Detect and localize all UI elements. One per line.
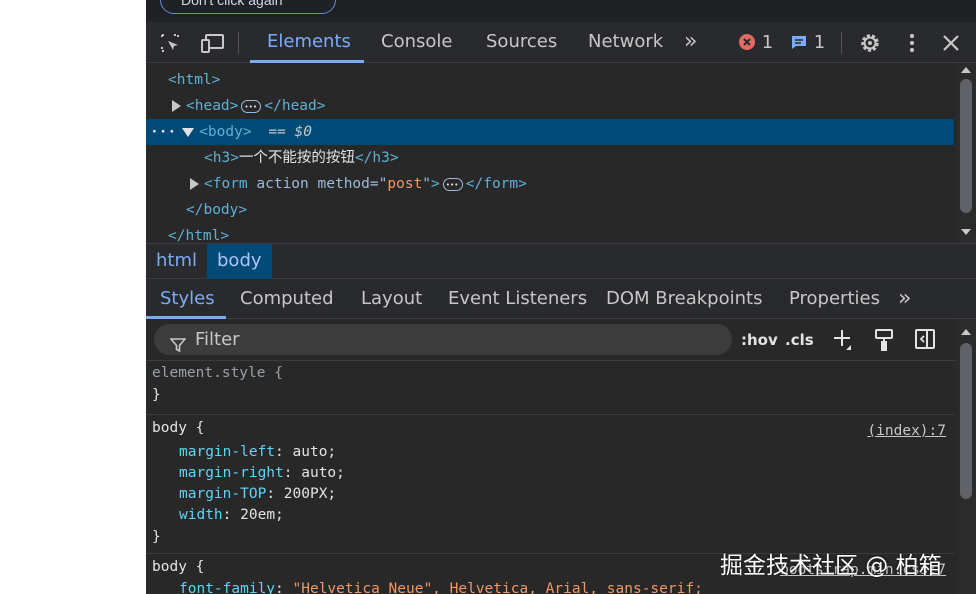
toolbar-separator	[238, 32, 239, 54]
dom-tree-scrollbar[interactable]	[956, 63, 976, 243]
rule-source-link[interactable]: (index):7	[867, 421, 946, 442]
breadcrumb: html body	[146, 243, 976, 279]
dom-node-html[interactable]: <html>	[146, 67, 954, 93]
settings-gear-icon[interactable]	[859, 32, 881, 54]
message-badge[interactable]: 1	[790, 31, 825, 55]
subtab-properties[interactable]: Properties	[789, 279, 880, 319]
subtab-computed[interactable]: Computed	[240, 279, 334, 319]
more-options-icon[interactable]	[901, 32, 923, 54]
more-tabs-button[interactable]: »	[684, 22, 697, 63]
more-subtabs-button[interactable]: »	[898, 279, 911, 319]
new-style-rule-icon[interactable]	[832, 328, 854, 350]
devtools-toolbar: Elements Console Sources Network » 1 1	[146, 22, 976, 63]
node-actions-icon[interactable]: ···	[150, 124, 176, 140]
form-attr-method-value: post	[387, 176, 423, 192]
closing-brace: }	[152, 529, 161, 545]
error-count: 1	[761, 32, 774, 53]
dom-node-h3[interactable]: <h3>一个不能按的按钮</h3>	[146, 145, 954, 171]
style-rule-body-index[interactable]: body { (index):7 margin-left: auto; marg…	[146, 415, 954, 554]
head-close-tag: </head>	[264, 98, 326, 114]
declaration[interactable]: width: 20em;	[179, 505, 284, 526]
head-open-tag: <head>	[186, 98, 239, 114]
filter-input[interactable]: Filter	[154, 324, 732, 355]
collapsed-ellipsis-icon[interactable]	[241, 94, 262, 120]
scroll-thumb[interactable]	[960, 79, 972, 213]
element-style-rule[interactable]: element.style { }	[146, 361, 954, 415]
form-open-tag: <form	[204, 176, 248, 192]
filter-placeholder: Filter	[195, 329, 240, 350]
hover-state-toggle[interactable]: :hov	[741, 329, 778, 351]
inspect-element-icon[interactable]	[159, 32, 181, 54]
form-close-tag: </form>	[465, 176, 527, 192]
subtab-styles[interactable]: Styles	[160, 279, 215, 319]
declaration[interactable]: margin-TOP: 200PX;	[179, 484, 336, 505]
rule-selector: body {	[152, 559, 205, 575]
body-open-tag: <body>	[199, 124, 252, 140]
error-badge[interactable]: 1	[738, 31, 773, 55]
page-content-strip: Don't click again	[146, 0, 976, 22]
close-icon[interactable]	[940, 32, 962, 54]
closing-brace: }	[152, 387, 161, 403]
h3-text: 一个不能按的按钮	[238, 150, 355, 166]
selected-node-marker: == $0	[268, 124, 312, 140]
styles-filter-bar: Filter :hov .cls	[146, 319, 956, 361]
dom-node-form[interactable]: <form action method="post"></form>	[146, 171, 954, 198]
styles-scrollbar[interactable]	[956, 319, 976, 594]
breadcrumb-html[interactable]: html	[146, 244, 207, 279]
tab-elements[interactable]: Elements	[267, 22, 351, 63]
device-toolbar-icon[interactable]	[201, 32, 224, 54]
form-attr-method: method	[317, 176, 370, 192]
filter-funnel-icon	[169, 332, 187, 353]
toolbar-separator	[841, 32, 842, 54]
subtab-event-listeners[interactable]: Event Listeners	[448, 279, 587, 319]
page-viewport	[0, 0, 146, 594]
watermark: 掘金技术社区 @ 柏箱	[720, 553, 942, 579]
form-attr-action: action	[256, 176, 309, 192]
h3-close-tag: </h3>	[354, 150, 399, 166]
scroll-up-icon[interactable]	[961, 329, 971, 335]
devtools-panel: Elements Console Sources Network » 1 1 <…	[146, 22, 976, 594]
element-style-selector: element.style {	[152, 365, 283, 381]
collapse-triangle-icon[interactable]	[182, 127, 195, 137]
error-icon	[739, 34, 755, 50]
declaration[interactable]: margin-right: auto;	[179, 463, 345, 484]
declaration[interactable]: margin-left: auto;	[179, 442, 336, 463]
declaration[interactable]: font-family: "Helvetica Neue", Helvetica…	[179, 579, 703, 594]
dom-node-body[interactable]: ··· <body> == $0	[146, 119, 954, 145]
tab-network[interactable]: Network	[588, 22, 663, 63]
paint-roller-icon[interactable]	[874, 328, 896, 351]
scroll-up-icon[interactable]	[961, 67, 971, 73]
page-button[interactable]: Don't click again	[160, 0, 336, 14]
tab-sources[interactable]: Sources	[486, 22, 557, 63]
styles-subtabs: Styles Computed Layout Event Listeners D…	[146, 279, 976, 319]
body-close-tag: </body>	[186, 202, 248, 218]
collapsed-ellipsis-icon[interactable]	[442, 172, 463, 198]
message-icon	[792, 36, 806, 49]
dom-node-html-close: </html>	[146, 223, 954, 243]
expand-triangle-icon[interactable]	[172, 100, 181, 112]
h3-open-tag: <h3>	[204, 150, 239, 166]
html-close-tag: </html>	[168, 228, 230, 243]
dom-tree: <html> <head> </head> ··· <body> == $0 <h3…	[146, 63, 956, 243]
breadcrumb-body[interactable]: body	[207, 244, 272, 279]
expand-triangle-icon[interactable]	[190, 178, 199, 190]
subtab-layout[interactable]: Layout	[361, 279, 422, 319]
class-toggle[interactable]: .cls	[785, 329, 814, 351]
subtab-dom-breakpoints[interactable]: DOM Breakpoints	[606, 279, 762, 319]
html-open-tag: <html>	[168, 72, 221, 88]
scroll-thumb[interactable]	[960, 343, 972, 499]
dom-node-body-close: </body>	[146, 197, 954, 223]
scroll-down-icon[interactable]	[961, 229, 971, 235]
toggle-sidebar-icon[interactable]	[914, 328, 936, 350]
dom-node-head[interactable]: <head> </head>	[146, 93, 954, 120]
message-count: 1	[813, 32, 826, 53]
tab-console[interactable]: Console	[381, 22, 452, 63]
rule-selector: body {	[152, 420, 205, 436]
